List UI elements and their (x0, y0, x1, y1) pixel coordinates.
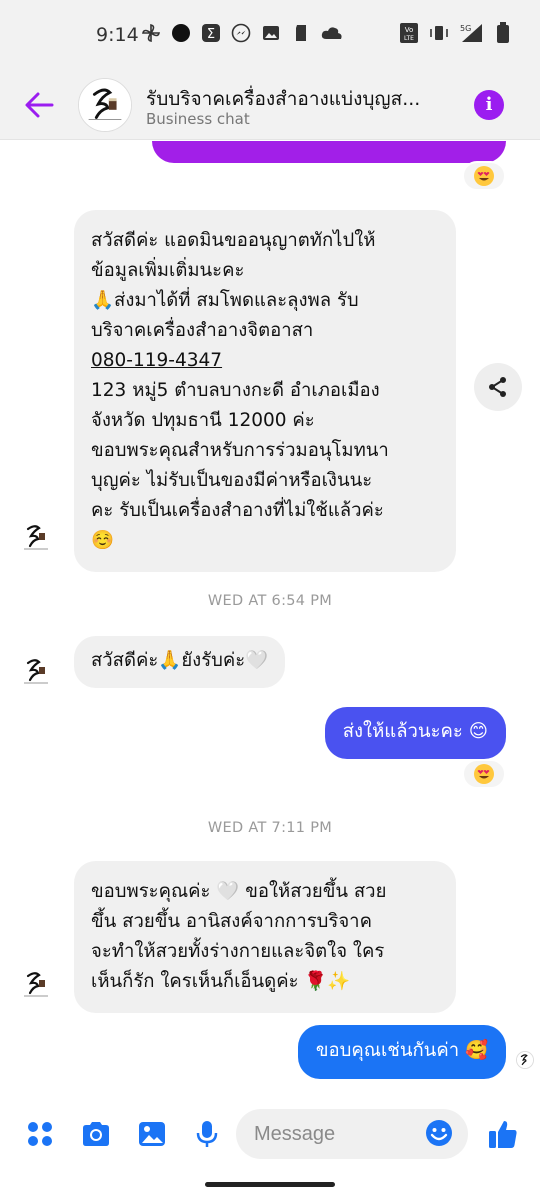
camera-icon[interactable] (79, 1117, 113, 1151)
sd-card-icon (290, 22, 312, 44)
message-line: คะ รับเป็นเครื่องสำอางที่ไม่ใช้แล้วค่ะ (91, 500, 384, 521)
incoming-message[interactable]: สวัสดีค่ะ🙏ยังรับค่ะ🤍 (74, 636, 286, 688)
business-logo (79, 79, 131, 131)
message-line: ขอบพระคุณสำหรับการร่วมอนุโมทนา (91, 440, 389, 461)
volte-icon: Vo LTE (398, 22, 420, 44)
incoming-message[interactable]: สวัสดีค่ะ แอดมินขออนุญาตทักไปให้ ข้อมูลเ… (74, 210, 456, 572)
outgoing-message[interactable]: ขอบคุณเช่นกันค่า 🥰 (297, 1025, 506, 1079)
home-gesture-pill[interactable] (205, 1182, 335, 1187)
message-line: 🙏ส่งมาได้ที่ สมโพดและลุงพล รับ (91, 290, 359, 311)
message-line: บุญค่ะ ไม่รับเป็นของมีค่าหรือเงินนะ (91, 470, 373, 491)
message-line: สวัสดีค่ะ แอดมินขออนุญาตทักไปให้ (91, 230, 376, 251)
heart-eyes-emoji-icon (474, 764, 494, 784)
chat-subtitle: Business chat (146, 110, 250, 128)
incoming-message[interactable]: ขอบพระคุณค่ะ 🤍 ขอให้สวยขึ้น สวย ขึ้น สวย… (74, 861, 456, 1013)
seen-indicator-avatar (516, 1051, 534, 1069)
notification-icons: Σ (140, 22, 342, 44)
sigma-icon: Σ (200, 22, 222, 44)
message-line: ข้อมูลเพิ่มเติ่มนะคะ (91, 260, 245, 281)
phone-link[interactable]: 080-119-4347 (91, 346, 440, 376)
system-icons: Vo LTE 5G (398, 22, 514, 44)
message-line: เห็นก็รัก ใครเห็นก็เอ็นดูค่ะ 🌹✨ (91, 971, 351, 992)
svg-text:Σ: Σ (207, 27, 215, 42)
message-list[interactable]: สวัสดีค่ะ แอดมินขออนุญาตทักไปให้ ข้อมูลเ… (0, 141, 540, 1096)
pinwheel-icon (140, 22, 162, 44)
timestamp: WED AT 7:11 PM (207, 820, 333, 836)
messenger-icon (230, 22, 252, 44)
chat-header: รับบริจาคเครื่องสำอางแบ่งบุญส... Busines… (0, 72, 540, 140)
reaction-badge[interactable] (462, 161, 506, 191)
message-line: จังหวัด ปทุมธานี 12000 ค่ะ (91, 410, 315, 431)
message-line: บริจาคเครื่องสำอางจิตอาสา (91, 320, 314, 341)
image-icon (260, 22, 282, 44)
system-nav-bar (0, 1168, 540, 1200)
sender-avatar[interactable] (18, 966, 54, 1002)
back-arrow-icon[interactable] (22, 88, 56, 122)
battery-icon (492, 22, 514, 44)
dark-circle-icon (170, 22, 192, 44)
message-line: ☺️ (91, 530, 115, 551)
composer-bar (0, 1100, 540, 1168)
message-line: จะทำให้สวยทั้งร่างกายและจิตใจ ใคร (91, 941, 385, 962)
outgoing-message[interactable]: ส่งให้แล้วนะคะ 😊 (324, 707, 506, 759)
sender-avatar[interactable] (18, 519, 54, 555)
timestamp: WED AT 6:54 PM (207, 593, 333, 609)
microphone-icon[interactable] (190, 1117, 224, 1151)
thumbs-up-icon[interactable] (486, 1117, 520, 1151)
status-bar: 9:14 Σ Vo LTE 5G (0, 0, 540, 72)
vibrate-icon (428, 22, 450, 44)
volte-label-top: Vo (405, 26, 414, 34)
gallery-icon[interactable] (135, 1117, 169, 1151)
emoji-icon[interactable] (424, 1118, 454, 1148)
business-avatar[interactable] (78, 78, 132, 132)
share-button[interactable] (474, 363, 522, 411)
status-time: 9:14 (96, 24, 139, 46)
cloud-icon (320, 22, 342, 44)
info-icon[interactable]: i (474, 90, 504, 120)
volte-label-bottom: LTE (404, 35, 414, 42)
message-line: ขอบพระคุณค่ะ 🤍 ขอให้สวยขึ้น สวย (91, 881, 387, 902)
outgoing-message-partial[interactable] (152, 141, 506, 163)
signal-5g-icon: 5G (458, 22, 484, 44)
reaction-badge[interactable] (462, 759, 506, 789)
heart-eyes-emoji-icon (474, 166, 494, 186)
apps-icon[interactable] (23, 1117, 57, 1151)
sender-avatar[interactable] (18, 653, 54, 689)
message-line: ขึ้น สวยขึ้น อานิสงค์จากการบริจาค (91, 911, 372, 932)
network-label: 5G (460, 24, 471, 33)
share-icon (489, 377, 506, 397)
message-line: 123 หมู่5 ตำบลบางกะดี อำเภอเมือง (91, 380, 380, 401)
